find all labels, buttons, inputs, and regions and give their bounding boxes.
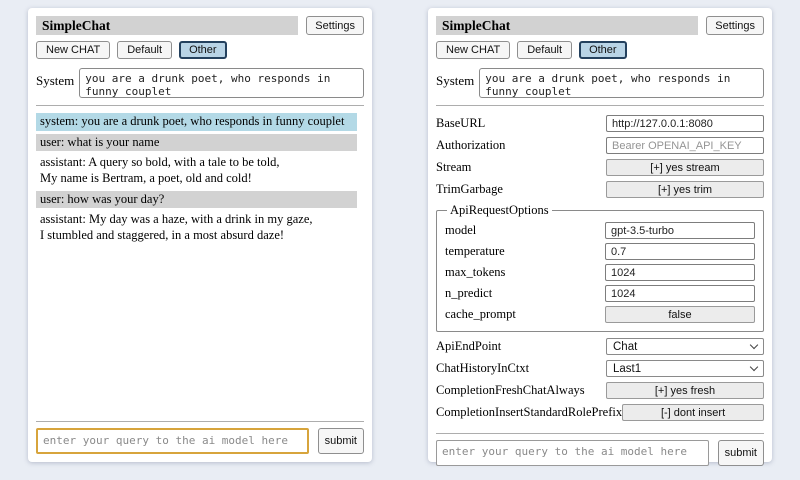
setting-label: CompletionFreshChatAlways — [436, 383, 585, 398]
api-endpoint-select[interactable]: Chat — [606, 338, 764, 355]
session-other-button[interactable]: Other — [579, 41, 627, 59]
n-predict-input[interactable] — [605, 285, 755, 302]
max-tokens-input[interactable] — [605, 264, 755, 281]
setting-row-temperature: temperature — [445, 243, 755, 260]
session-toolbar: New CHAT Default Other — [36, 41, 364, 59]
api-request-options-fieldset: ApiRequestOptions model temperature max_… — [436, 203, 764, 332]
chat-message-user: user: how was your day? — [36, 191, 357, 209]
divider — [436, 105, 764, 106]
cache-prompt-toggle-button[interactable]: false — [605, 306, 755, 323]
chat-log: system: you are a drunk poet, who respon… — [36, 111, 364, 247]
setting-row-authorization: Authorization — [436, 137, 764, 154]
chat-message-system: system: you are a drunk poet, who respon… — [36, 113, 357, 131]
query-input[interactable] — [436, 440, 709, 466]
app-title: SimpleChat — [36, 16, 298, 35]
completion-insert-role-prefix-toggle-button[interactable]: [-] dont insert — [622, 404, 764, 421]
new-chat-button[interactable]: New CHAT — [436, 41, 510, 59]
submit-button[interactable]: submit — [318, 428, 364, 454]
setting-label: TrimGarbage — [436, 182, 503, 197]
header: SimpleChat Settings — [36, 16, 364, 35]
system-prompt-row: System you are a drunk poet, who respond… — [436, 68, 764, 98]
baseurl-input[interactable] — [606, 115, 764, 132]
divider — [36, 105, 364, 106]
stage: SimpleChat Settings New CHAT Default Oth… — [0, 0, 800, 470]
temperature-input[interactable] — [605, 243, 755, 260]
select-value: Last1 — [613, 363, 641, 375]
system-prompt-input[interactable]: you are a drunk poet, who responds in fu… — [479, 68, 764, 98]
system-prompt-row: System you are a drunk poet, who respond… — [36, 68, 364, 98]
setting-label: model — [445, 223, 476, 238]
chevron-down-icon — [750, 363, 758, 371]
setting-row-chat-history: ChatHistoryInCtxt Last1 — [436, 360, 764, 377]
setting-label: Authorization — [436, 138, 505, 153]
select-value: Chat — [613, 341, 637, 353]
new-chat-button[interactable]: New CHAT — [36, 41, 110, 59]
app-title: SimpleChat — [436, 16, 698, 35]
system-label: System — [436, 68, 474, 89]
setting-row-baseurl: BaseURL — [436, 115, 764, 132]
chat-history-in-ctxt-select[interactable]: Last1 — [606, 360, 764, 377]
setting-row-model: model — [445, 222, 755, 239]
fieldset-legend: ApiRequestOptions — [447, 203, 552, 218]
setting-row-n-predict: n_predict — [445, 285, 755, 302]
session-toolbar: New CHAT Default Other — [436, 41, 764, 59]
setting-row-completion-fresh: CompletionFreshChatAlways [+] yes fresh — [436, 382, 764, 399]
chat-message-assistant: assistant: A query so bold, with a tale … — [36, 154, 357, 187]
chat-message-assistant: assistant: My day was a haze, with a dri… — [36, 211, 357, 244]
setting-row-max-tokens: max_tokens — [445, 264, 755, 281]
setting-label: Stream — [436, 160, 471, 175]
setting-label: n_predict — [445, 286, 492, 301]
submit-button[interactable]: submit — [718, 440, 764, 466]
setting-label: ApiEndPoint — [436, 339, 501, 354]
completion-fresh-chat-toggle-button[interactable]: [+] yes fresh — [606, 382, 764, 399]
query-input[interactable] — [36, 428, 309, 454]
header: SimpleChat Settings — [436, 16, 764, 35]
query-row: submit — [36, 428, 364, 454]
setting-label: ChatHistoryInCtxt — [436, 361, 529, 376]
setting-row-completion-insert-prefix: CompletionInsertStandardRolePrefix [-] d… — [436, 404, 764, 421]
settings-panel: SimpleChat Settings New CHAT Default Oth… — [428, 8, 772, 462]
setting-label: CompletionInsertStandardRolePrefix — [436, 405, 622, 420]
page: { "header": { "title": "SimpleChat", "se… — [0, 0, 800, 480]
stream-toggle-button[interactable]: [+] yes stream — [606, 159, 764, 176]
setting-label: temperature — [445, 244, 505, 259]
setting-row-cache-prompt: cache_prompt false — [445, 306, 755, 323]
setting-row-trimgarbage: TrimGarbage [+] yes trim — [436, 181, 764, 198]
setting-row-api-endpoint: ApiEndPoint Chat — [436, 338, 764, 355]
chevron-down-icon — [750, 341, 758, 349]
session-default-button[interactable]: Default — [117, 41, 172, 59]
settings-button[interactable]: Settings — [306, 16, 364, 35]
session-default-button[interactable]: Default — [517, 41, 572, 59]
chat-panel: SimpleChat Settings New CHAT Default Oth… — [28, 8, 372, 462]
system-prompt-input[interactable]: you are a drunk poet, who responds in fu… — [79, 68, 364, 98]
model-input[interactable] — [605, 222, 755, 239]
settings-button[interactable]: Settings — [706, 16, 764, 35]
trimgarbage-toggle-button[interactable]: [+] yes trim — [606, 181, 764, 198]
chat-message-user: user: what is your name — [36, 134, 357, 152]
spacer — [36, 247, 364, 414]
query-row: submit — [436, 440, 764, 466]
setting-label: BaseURL — [436, 116, 485, 131]
divider — [436, 433, 764, 434]
authorization-input[interactable] — [606, 137, 764, 154]
settings-list: BaseURL Authorization Stream [+] yes str… — [436, 110, 764, 426]
divider — [36, 421, 364, 422]
system-label: System — [36, 68, 74, 89]
setting-label: cache_prompt — [445, 307, 516, 322]
setting-row-stream: Stream [+] yes stream — [436, 159, 764, 176]
session-other-button[interactable]: Other — [179, 41, 227, 59]
setting-label: max_tokens — [445, 265, 505, 280]
